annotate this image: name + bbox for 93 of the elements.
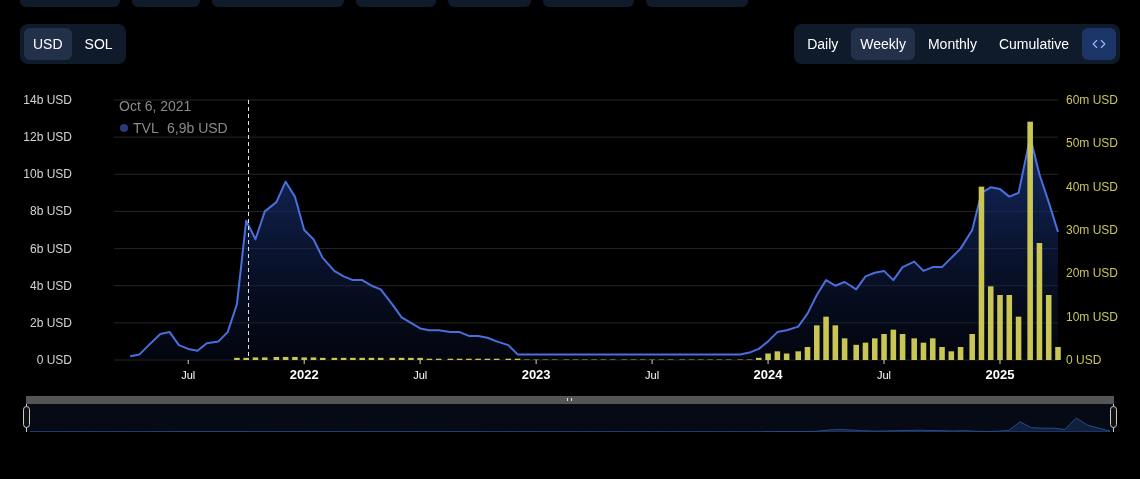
tab-button[interactable] [448, 0, 531, 7]
fee-bar [862, 342, 869, 360]
fee-bar [765, 353, 771, 360]
axis-label: Jul [645, 369, 660, 380]
fee-bar [872, 338, 878, 360]
fee-bar [331, 357, 338, 360]
axis-label: 2025 [985, 367, 1015, 380]
legend-dot [120, 124, 128, 132]
fee-bar [920, 342, 927, 360]
toggle-button[interactable]: Monthly [918, 28, 986, 60]
toggle-button[interactable]: SOL [75, 28, 122, 60]
fee-bar [957, 347, 964, 360]
fee-bar [417, 357, 423, 360]
fee-bar [408, 357, 414, 360]
fee-bar [398, 357, 405, 360]
axis-label: 2b USD [29, 315, 72, 330]
axis-label: 14b USD [23, 93, 72, 107]
axis-label: 2024 [753, 367, 783, 380]
tooltip-series: TVL [133, 120, 159, 136]
fee-bar [243, 357, 249, 360]
tab-button[interactable] [132, 0, 200, 7]
fee-bar [1006, 295, 1013, 360]
axis-label: Jul [181, 369, 196, 380]
code-icon [1092, 37, 1106, 51]
range-slider[interactable] [26, 396, 1114, 432]
fee-bar [292, 356, 298, 360]
fee-bar [262, 357, 268, 360]
fee-bar [911, 338, 917, 360]
fee-bar [756, 357, 762, 360]
tab-button[interactable] [646, 0, 748, 7]
range-handle[interactable] [1110, 406, 1117, 428]
fee-bar [252, 357, 259, 360]
fee-bar [310, 357, 317, 360]
fee-bar [350, 357, 356, 360]
axis-label: Jul [877, 369, 892, 380]
fee-bar [881, 334, 887, 360]
axis-label: 40m USD [1066, 179, 1118, 194]
tab-button[interactable] [356, 0, 436, 7]
fee-bar [377, 357, 384, 360]
fee-bar [340, 357, 347, 360]
axis-label: 4b USD [29, 278, 72, 293]
fee-bar [301, 357, 307, 360]
fee-bar [823, 316, 829, 360]
axis-label: 6b USD [29, 241, 72, 256]
tab-button[interactable] [212, 0, 344, 7]
fee-bar [783, 353, 790, 360]
fee-bar [939, 347, 945, 360]
axis-label: 20m USD [1066, 266, 1118, 281]
fee-bar [997, 295, 1003, 360]
axis-label: 10b USD [23, 167, 72, 182]
toggle-button[interactable]: Weekly [851, 28, 915, 60]
fee-bar [389, 357, 396, 360]
axis-label: 12b USD [23, 130, 72, 145]
toggle-button[interactable]: Cumulative [989, 28, 1078, 60]
embed-button[interactable] [1082, 28, 1116, 60]
fee-bar [795, 351, 801, 360]
fee-bar [853, 344, 859, 360]
fee-bar [359, 357, 365, 360]
fee-bar [368, 357, 375, 360]
fee-bar [969, 334, 975, 360]
fee-bar [1055, 347, 1061, 360]
axis-label: 2023 [521, 367, 551, 380]
fee-bar [234, 357, 240, 360]
fee-bar [273, 356, 280, 360]
axis-label: 50m USD [1066, 136, 1118, 151]
fee-bar [814, 325, 820, 360]
fee-bar [890, 329, 897, 360]
fee-bar [832, 325, 839, 360]
fee-bar [319, 357, 326, 360]
axis-label: 8b USD [29, 204, 72, 219]
fee-bar [1015, 316, 1022, 360]
fee-bar [804, 347, 811, 360]
axis-label: Jul [413, 369, 428, 380]
toggle-button[interactable]: Daily [798, 28, 848, 60]
fee-bar [948, 351, 955, 360]
fee-bar [841, 338, 848, 360]
tooltip-value: 6,9b USD [167, 120, 228, 136]
axis-label: 10m USD [1066, 309, 1118, 324]
range-handle[interactable] [23, 406, 30, 428]
axis-label: 2022 [289, 367, 319, 380]
axis-label: 30m USD [1066, 223, 1118, 237]
fee-bar [774, 351, 781, 360]
fee-bar [929, 338, 936, 360]
toggle-button[interactable]: USD [24, 28, 72, 60]
axis-label: 0 USD [1066, 353, 1102, 367]
fee-bar [899, 334, 906, 360]
axis-label: 60m USD [1066, 93, 1118, 107]
tab-button[interactable] [20, 0, 120, 7]
tooltip-date: Oct 6, 2021 [119, 98, 192, 114]
fee-bar [282, 356, 289, 360]
fee-bar [1045, 295, 1052, 360]
axis-label: 0 USD [36, 353, 72, 367]
tab-button[interactable] [543, 0, 634, 7]
